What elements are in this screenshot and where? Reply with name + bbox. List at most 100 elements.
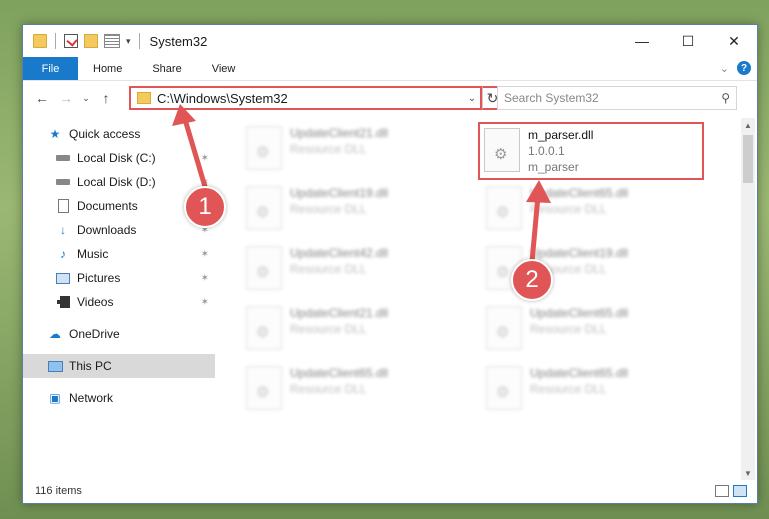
sidebar-item-network[interactable]: ▣ Network <box>23 386 215 410</box>
sidebar-item-quick-access[interactable]: ★ Quick access <box>23 122 215 146</box>
scroll-up-icon[interactable]: ▲ <box>741 118 755 132</box>
maximize-button[interactable]: ☐ <box>665 25 711 57</box>
pin-icon[interactable]: ✶ <box>201 273 209 284</box>
nav-buttons: ← → ⌄ ↑ <box>23 87 117 109</box>
details-view-icon[interactable] <box>715 485 729 497</box>
music-icon: ♪ <box>60 247 66 261</box>
recent-locations-icon[interactable]: ⌄ <box>79 87 93 109</box>
pin-icon[interactable]: ✶ <box>201 297 209 308</box>
tab-view[interactable]: View <box>197 57 251 80</box>
pin-icon[interactable]: ✶ <box>201 153 209 164</box>
folder-icon <box>137 92 151 104</box>
help-icon[interactable]: ? <box>737 61 751 75</box>
dll-file-icon <box>486 186 522 230</box>
file-description: Resource DLL <box>290 262 367 276</box>
cloud-icon: ☁ <box>49 327 61 341</box>
file-version: 1.0.0.1 <box>528 144 565 158</box>
sidebar-item-label: This PC <box>69 359 112 373</box>
sidebar-item-pictures[interactable]: Pictures ✶ <box>23 266 215 290</box>
search-input[interactable]: Search System32 ⚲ <box>497 86 737 110</box>
file-name: UpdateClient65.dll <box>530 186 629 200</box>
sidebar-item-local-disk-d[interactable]: Local Disk (D:) ✶ <box>23 170 215 194</box>
properties-icon[interactable] <box>64 34 78 48</box>
ribbon-tabs: File Home Share View ⌄ ? <box>23 57 757 81</box>
tab-home[interactable]: Home <box>78 57 137 80</box>
up-button[interactable]: ↑ <box>95 87 117 109</box>
address-bar[interactable]: C:\Windows\System32 ⌄ <box>129 86 482 110</box>
dll-file-icon <box>246 186 282 230</box>
address-dropdown-icon[interactable]: ⌄ <box>464 93 480 104</box>
close-button[interactable]: ✕ <box>711 25 757 57</box>
file-name: UpdateClient21.dll <box>290 306 389 320</box>
file-description: Resource DLL <box>290 202 367 216</box>
videos-icon <box>55 295 71 309</box>
status-bar: 116 items <box>23 479 757 503</box>
dll-file-icon <box>246 366 282 410</box>
tiles-view-icon[interactable] <box>733 485 747 497</box>
dll-file-icon <box>246 126 282 170</box>
network-icon: ▣ <box>49 391 61 405</box>
view-toggle <box>715 485 747 497</box>
vertical-scrollbar[interactable]: ▲ ▼ <box>741 118 755 480</box>
sidebar-item-label: Local Disk (D:) <box>77 175 156 189</box>
documents-icon <box>55 199 71 213</box>
folder-icon <box>33 34 47 48</box>
pin-icon[interactable]: ✶ <box>201 249 209 260</box>
sidebar-item-label: Videos <box>77 295 114 309</box>
file-name: UpdateClient65.dll <box>530 306 629 320</box>
file-description: Resource DLL <box>530 382 607 396</box>
toolbar-divider <box>55 33 56 49</box>
sidebar-item-this-pc[interactable]: This PC <box>23 354 215 378</box>
file-description: Resource DLL <box>290 142 367 156</box>
sidebar-item-videos[interactable]: Videos ✶ <box>23 290 215 314</box>
file-item[interactable]: UpdateClient65.dll Resource DLL <box>482 182 707 234</box>
forward-button[interactable]: → <box>55 87 77 109</box>
scroll-down-icon[interactable]: ▼ <box>741 466 755 480</box>
search-placeholder: Search System32 <box>504 91 599 105</box>
minimize-button[interactable]: — <box>619 25 665 57</box>
drive-icon <box>55 151 71 165</box>
file-name: UpdateClient19.dll <box>530 246 629 260</box>
file-name: UpdateClient21.dll <box>290 126 389 140</box>
file-item-m-parser[interactable]: m_parser.dll 1.0.0.1 m_parser <box>478 122 704 180</box>
file-item[interactable]: UpdateClient42.dll Resource DLL <box>242 242 467 294</box>
file-item[interactable]: UpdateClient65.dll Resource DLL <box>242 362 467 414</box>
qat-dropdown-icon[interactable]: ▾ <box>126 36 131 47</box>
dll-file-icon <box>486 306 522 350</box>
sidebar-item-onedrive[interactable]: ☁ OneDrive <box>23 322 215 346</box>
file-item[interactable]: UpdateClient65.dll Resource DLL <box>482 302 707 354</box>
ribbon-right: ⌄ ? <box>720 61 751 75</box>
file-item[interactable]: UpdateClient65.dll Resource DLL <box>482 362 707 414</box>
sidebar-item-label: Network <box>69 391 114 405</box>
sidebar-item-label: Music <box>77 247 109 261</box>
dll-file-icon <box>246 246 282 290</box>
step-badge-1: 1 <box>184 186 226 228</box>
file-name: UpdateClient65.dll <box>530 366 629 380</box>
dll-file-icon <box>246 306 282 350</box>
file-item[interactable]: UpdateClient21.dll Resource DLL <box>242 122 467 174</box>
sidebar-item-music[interactable]: ♪ Music ✶ <box>23 242 215 266</box>
sidebar-item-label: OneDrive <box>69 327 120 341</box>
sidebar-item-label: Documents <box>77 199 138 213</box>
title-bar: ▾ System32 — ☐ ✕ <box>23 25 757 57</box>
tab-file[interactable]: File <box>23 57 78 80</box>
scroll-thumb[interactable] <box>743 135 753 183</box>
expand-ribbon-icon[interactable]: ⌄ <box>720 62 729 75</box>
file-name: UpdateClient65.dll <box>290 366 389 380</box>
customize-toolbar-icon[interactable] <box>104 34 120 48</box>
sidebar-item-label: Downloads <box>77 223 137 237</box>
sidebar-item-local-disk-c[interactable]: Local Disk (C:) ✶ <box>23 146 215 170</box>
sidebar-item-downloads[interactable]: ↓ Downloads ✶ <box>23 218 215 242</box>
file-name: m_parser.dll <box>528 128 594 142</box>
pc-icon <box>47 359 63 373</box>
back-button[interactable]: ← <box>31 87 53 109</box>
file-item[interactable]: UpdateClient19.dll Resource DLL <box>242 182 467 234</box>
dll-file-icon <box>484 128 520 172</box>
navigation-pane: ★ Quick access Local Disk (C:) ✶ Local D… <box>23 118 215 476</box>
file-explorer-window: ▾ System32 — ☐ ✕ File Home Share View ⌄ … <box>22 24 758 504</box>
pictures-icon <box>55 271 71 285</box>
tab-share[interactable]: Share <box>137 57 196 80</box>
new-folder-icon[interactable] <box>84 34 98 48</box>
file-item[interactable]: UpdateClient21.dll Resource DLL <box>242 302 467 354</box>
address-path[interactable]: C:\Windows\System32 <box>157 91 464 106</box>
